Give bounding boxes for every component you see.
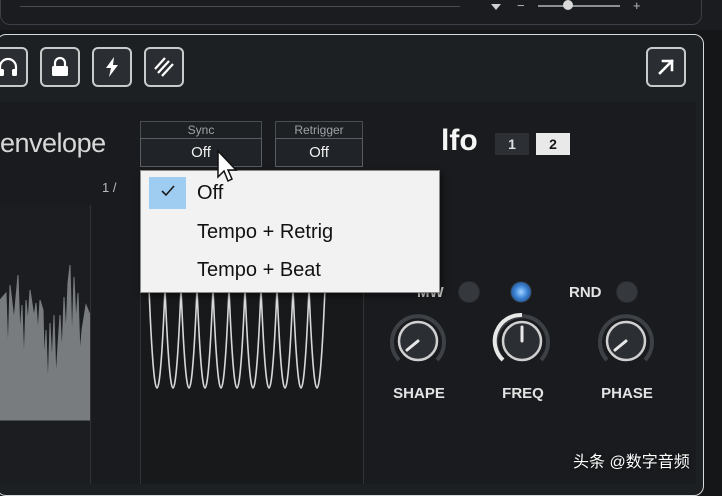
envelope-waveform[interactable] bbox=[0, 205, 91, 484]
sync-label: Sync bbox=[140, 121, 262, 138]
lfo-tab-1[interactable]: 1 bbox=[495, 133, 529, 155]
minus-icon[interactable]: − bbox=[517, 0, 525, 13]
freq-label: FREQ bbox=[502, 385, 544, 402]
rnd-label: RND bbox=[569, 284, 602, 301]
expand-button[interactable] bbox=[646, 47, 686, 87]
dropdown-arrow-icon[interactable] bbox=[491, 4, 501, 10]
retrigger-label: Retrigger bbox=[275, 121, 363, 138]
waveform-graphic bbox=[0, 264, 91, 421]
sync-value[interactable]: Off bbox=[140, 138, 262, 167]
shape-label: SHAPE bbox=[393, 385, 445, 402]
lightning-icon bbox=[106, 57, 118, 77]
hash-slash-button[interactable] bbox=[144, 47, 184, 87]
menu-item-off[interactable]: Off bbox=[197, 182, 223, 205]
lightning-button[interactable] bbox=[92, 47, 132, 87]
watermark: 头条 @数字音频 bbox=[573, 454, 690, 471]
top-line bbox=[20, 6, 460, 7]
zoom-slider-handle[interactable] bbox=[563, 0, 573, 10]
freq-knob[interactable] bbox=[489, 308, 555, 374]
menu-item-tempo-retrig[interactable]: Tempo + Retrig bbox=[197, 221, 333, 244]
zoom-slider-track[interactable] bbox=[538, 5, 620, 7]
checkmark-icon bbox=[161, 185, 175, 197]
sync-dropdown-menu[interactable]: Off Tempo + Retrig Tempo + Beat bbox=[140, 170, 440, 293]
sine-wave-graphic bbox=[148, 287, 326, 389]
headphones-icon bbox=[0, 57, 18, 76]
menu-item-tempo-beat[interactable]: Tempo + Beat bbox=[197, 259, 321, 282]
retrigger-field[interactable]: Retrigger Off bbox=[275, 121, 363, 167]
shape-knob[interactable] bbox=[385, 308, 451, 374]
retrigger-value[interactable]: Off bbox=[275, 138, 363, 167]
plus-icon[interactable]: + bbox=[633, 0, 641, 13]
headphones-button[interactable] bbox=[0, 47, 28, 87]
hash-slash-icon bbox=[154, 57, 174, 77]
lfo-title: lfo bbox=[441, 124, 478, 157]
envelope-title: envelope bbox=[0, 128, 106, 158]
mw-led[interactable] bbox=[458, 281, 480, 303]
mouse-cursor-icon bbox=[217, 149, 238, 183]
top-strip: − + bbox=[0, 0, 722, 30]
lock-icon bbox=[52, 56, 68, 76]
freq-mod-led[interactable] bbox=[510, 281, 532, 303]
top-frame bbox=[0, 0, 702, 25]
sync-field[interactable]: Sync Off bbox=[140, 121, 262, 167]
phase-knob[interactable] bbox=[593, 308, 659, 374]
lock-button[interactable] bbox=[40, 47, 80, 87]
phase-label: PHASE bbox=[601, 385, 653, 402]
lfo-tab-2[interactable]: 2 bbox=[536, 133, 570, 155]
lfo-waveform[interactable] bbox=[140, 287, 364, 484]
rnd-led[interactable] bbox=[616, 281, 638, 303]
envelope-number: 1 / bbox=[102, 180, 117, 195]
arrow-up-right-icon bbox=[658, 59, 674, 75]
